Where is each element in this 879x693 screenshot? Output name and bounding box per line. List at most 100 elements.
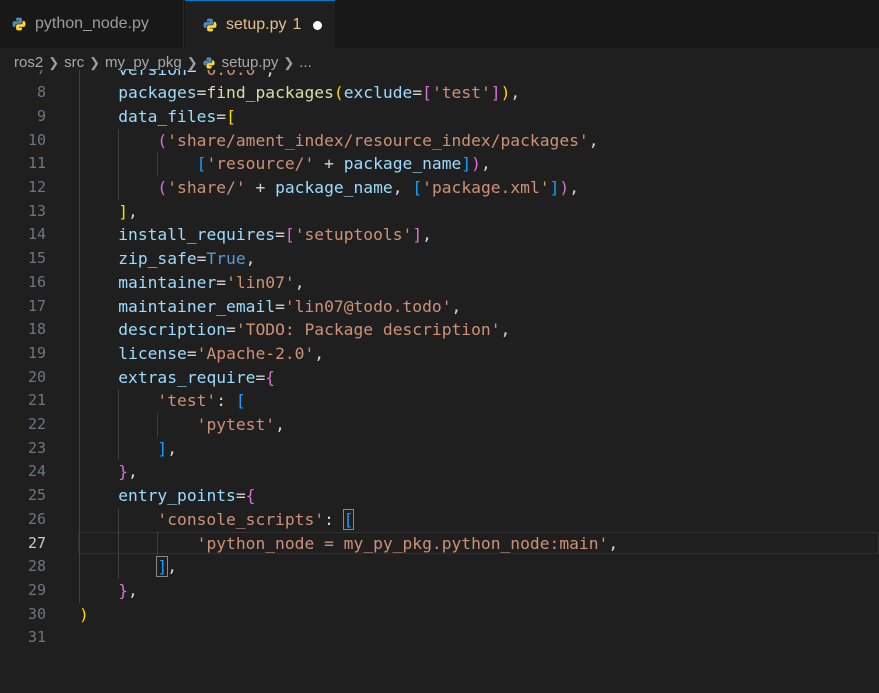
chevron-right-icon: ❯	[283, 54, 295, 70]
code-token: ,	[422, 225, 432, 245]
code-line[interactable]: 13 ],	[0, 200, 879, 224]
indent-guide	[118, 128, 120, 200]
code-line[interactable]: 11 ['resource/' + package_name]),	[0, 152, 879, 176]
unsaved-changes-dot-icon[interactable]	[313, 20, 323, 30]
breadcrumb-item-symbol[interactable]: ...	[299, 54, 312, 71]
code-text: ],	[79, 200, 138, 224]
code-token: maintainer_email	[118, 296, 276, 316]
code-line[interactable]: 15 zip_safe=True,	[0, 247, 879, 271]
code-token: 'lin07'	[226, 272, 295, 292]
code-token: [	[235, 391, 246, 411]
code-text: zip_safe=True,	[79, 247, 255, 271]
code-token: )	[559, 178, 570, 197]
code-line[interactable]: 26 'console_scripts': [	[0, 508, 879, 532]
code-token: ,	[500, 320, 511, 340]
code-token: ,	[128, 580, 138, 600]
code-token: =	[216, 272, 227, 292]
code-line[interactable]: 22 'pytest',	[0, 413, 879, 437]
code-line[interactable]: 10 ('share/ament_index/resource_index/pa…	[0, 129, 879, 153]
code-line[interactable]: 25 entry_points={	[0, 484, 879, 508]
code-token: =	[412, 83, 423, 103]
breadcrumb-item-ros2[interactable]: ros2	[14, 54, 43, 71]
editor-tab-bar: python_node.py setup.py 1	[0, 0, 879, 49]
breadcrumb-item-src[interactable]: src	[64, 54, 84, 71]
code-line[interactable]: 31	[0, 626, 879, 650]
code-token: extras_require	[118, 367, 256, 387]
code-token: =	[196, 249, 207, 269]
code-line[interactable]: 8 packages=find_packages(exclude=['test'…	[0, 81, 879, 105]
code-token: :	[324, 509, 344, 529]
code-token: =	[226, 320, 236, 340]
line-number: 29	[27, 580, 46, 599]
code-line[interactable]: 16 maintainer='lin07',	[0, 271, 879, 295]
code-text: 'test': [	[79, 389, 246, 413]
line-number: 26	[27, 509, 46, 528]
code-line[interactable]: 30)	[0, 603, 879, 627]
line-number: 11	[27, 154, 46, 173]
code-token: 'lin07@todo.todo'	[284, 296, 452, 316]
code-token: 'TODO: Package description'	[235, 320, 501, 340]
code-token: packages	[118, 83, 197, 103]
code-token: [	[422, 83, 432, 103]
code-text: description='TODO: Package description',	[79, 318, 510, 342]
code-line[interactable]: 29 },	[0, 579, 879, 603]
code-line[interactable]: 23 ],	[0, 437, 879, 461]
code-token: =	[235, 486, 246, 506]
code-token: ,	[608, 533, 619, 553]
breadcrumb-item-setup-py[interactable]: setup.py	[222, 54, 279, 71]
chevron-right-icon: ❯	[48, 54, 60, 70]
breadcrumb-item-my-py-pkg[interactable]: my_py_pkg	[105, 54, 182, 71]
code-token: 'setuptools'	[294, 225, 413, 245]
code-text: version='0.0.0',	[79, 70, 275, 81]
tab-setup-py[interactable]: setup.py 1	[185, 0, 335, 49]
line-number: 7	[0, 70, 46, 81]
python-icon	[12, 17, 26, 31]
code-token: 'resource/'	[206, 154, 315, 174]
code-token: =	[255, 367, 266, 387]
code-token: 'package.xml'	[422, 178, 550, 197]
code-editor[interactable]: 7 version='0.0.0',8 packages=find_packag…	[0, 70, 879, 693]
code-token: find_packages	[206, 83, 334, 103]
code-line[interactable]: 19 license='Apache-2.0',	[0, 342, 879, 366]
code-line[interactable]: 9 data_files=[	[0, 105, 879, 129]
code-line[interactable]: 18 description='TODO: Package descriptio…	[0, 318, 879, 342]
code-text: ],	[79, 555, 177, 579]
code-token: exclude	[343, 83, 413, 103]
code-line[interactable]: 28 ],	[0, 555, 879, 579]
code-line[interactable]: 20 extras_require={	[0, 366, 879, 390]
code-token: True	[206, 249, 246, 269]
code-text: ('share/ament_index/resource_index/packa…	[79, 129, 598, 153]
code-text: )	[79, 603, 89, 627]
line-number: 19	[27, 343, 46, 362]
code-text: ['resource/' + package_name]),	[79, 152, 491, 176]
code-line[interactable]: 17 maintainer_email='lin07@todo.todo',	[0, 295, 879, 319]
code-line[interactable]: 27 'python_node = my_py_pkg.python_node:…	[0, 531, 879, 556]
code-line[interactable]: 24 },	[0, 460, 879, 484]
chevron-right-icon: ❯	[89, 54, 100, 70]
code-token: =	[186, 343, 197, 363]
chevron-right-icon: ❯	[186, 54, 198, 70]
line-number: 21	[27, 391, 46, 410]
code-line[interactable]: 12 ('share/' + package_name, ['package.x…	[0, 176, 879, 200]
code-token: (	[157, 130, 168, 150]
code-line[interactable]: 7 version='0.0.0',	[0, 70, 879, 81]
code-token: =	[216, 106, 227, 126]
code-token: [	[342, 508, 355, 530]
code-line[interactable]: 21 'test': [	[0, 389, 879, 413]
code-line[interactable]: 14 install_requires=['setuptools'],	[0, 223, 879, 247]
line-number: 13	[27, 201, 46, 220]
code-text: install_requires=['setuptools'],	[79, 223, 432, 247]
code-token: ,	[167, 557, 178, 577]
tab-python-node[interactable]: python_node.py	[0, 0, 184, 48]
code-text: 'python_node = my_py_pkg.python_node:mai…	[79, 532, 619, 556]
code-token: ]	[118, 201, 129, 221]
code-token: }	[118, 462, 129, 482]
code-token: =	[275, 296, 285, 316]
